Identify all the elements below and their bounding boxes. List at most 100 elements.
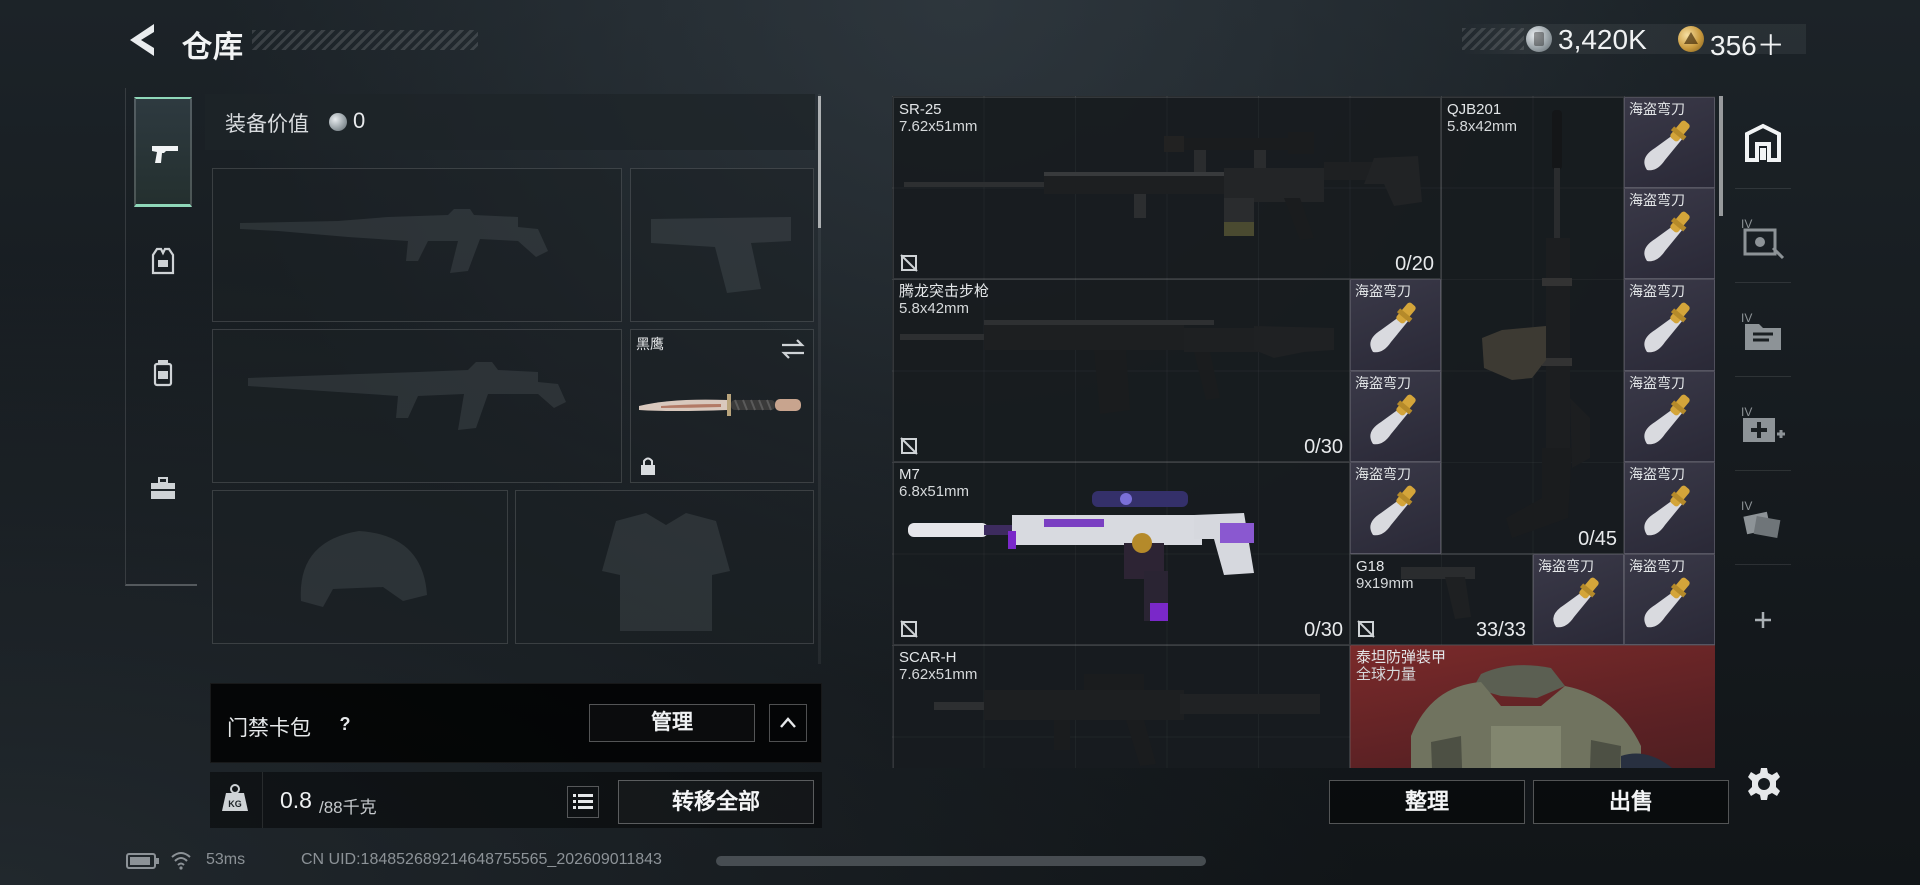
settings-gear-icon[interactable] [1746,766,1782,802]
storage-item-g18[interactable]: G18 9x19mm 33/33 [1350,554,1533,645]
storage-item-pirate-cutlass[interactable]: 海盗弯刀 [1624,279,1715,371]
tier-iv-folder-icon: IV [1741,311,1781,350]
max-weight: /88千克 [319,798,377,817]
list-view-button[interactable] [567,786,599,818]
silver-balance: 3,420K [1558,24,1647,55]
second-weapon-slot[interactable] [212,329,622,483]
loadout-scroll-thumb[interactable] [818,96,821,228]
sr25-rifle-icon [904,132,1422,240]
back-button[interactable] [124,20,160,60]
equipment-value: 0 [353,108,366,133]
plus-icon [1755,612,1771,628]
not-insured-icon [900,620,918,638]
add-tab-button[interactable] [1739,596,1787,644]
weight-kg-icon: KG [222,784,248,811]
tab-all-items[interactable] [1739,120,1787,168]
rifle-silhouette-icon [248,362,566,430]
divider [1735,470,1791,471]
helmet-slot[interactable] [212,490,508,644]
cutlass-icon [1644,120,1690,171]
combat-knife-icon [639,394,801,416]
not-insured-icon [900,437,918,455]
qjb201-machinegun-icon [1482,110,1590,538]
storage-item-pirate-cutlass[interactable]: 海盗弯刀 [1624,188,1715,279]
storage-item-pirate-cutlass[interactable]: 海盗弯刀 [1350,462,1441,554]
back-arrow-icon [130,24,154,56]
tab-case[interactable] [134,435,192,545]
keycard-wallet-row: 门禁卡包 ? 管理 [210,683,822,763]
tab-backpack[interactable] [134,319,192,429]
keycard-wallet-label: 门禁卡包 [227,717,311,740]
battery-icon [126,853,159,869]
titan-armor-icon [1411,665,1672,768]
storage-panel: SR-25 7.62x51mm 0/20 QJB201 5.8x42mm 0/4… [892,96,1791,768]
storage-item-pirate-cutlass[interactable]: 海盗弯刀 [1350,371,1441,462]
storage-item-sr25[interactable]: SR-25 7.62x51mm 0/20 [893,97,1441,279]
storage-scroll-thumb[interactable] [1719,96,1723,216]
sell-button[interactable]: 出售 [1533,780,1729,824]
storage-item-pirate-cutlass[interactable]: 海盗弯刀 [1624,462,1715,554]
helmet-silhouette-icon [300,531,427,607]
storage-item-pirate-cutlass[interactable]: 海盗弯刀 [1624,371,1715,462]
storage-item-scarh[interactable]: SCAR-H 7.62x51mm [893,645,1350,768]
ping-indicator: 53ms [206,851,246,868]
chevron-up-icon [780,717,796,728]
armor-slot[interactable] [515,490,814,644]
primary-weapon-slot[interactable] [212,168,622,322]
user-uid: CN UID:18485268921464875556​5_2026090118… [301,851,662,868]
divider [1735,376,1791,377]
sort-button[interactable]: 整理 [1329,780,1525,824]
ammo-count: 0/45 [1578,528,1617,550]
not-insured-icon [900,254,918,272]
storage-side-tabs: IV IV IV IV [1729,96,1799,768]
m7-rifle-icon [908,491,1254,621]
transfer-all-button[interactable]: 转移全部 [618,780,814,824]
list-icon [573,794,593,809]
storage-item-pirate-cutlass[interactable]: 海盗弯刀 [1350,279,1441,371]
tab-equipment[interactable] [134,207,192,317]
armor-silhouette-icon [602,513,730,631]
cutlass-icon [1553,577,1599,628]
loadout-panel: 装备价值 0 黑鹰 [205,94,827,664]
tab-tier-iv-folder[interactable]: IV [1739,308,1787,356]
svg-text:IV: IV [1741,405,1752,419]
melee-slot[interactable]: 黑鹰 [630,329,814,483]
storage-item-tenglong[interactable]: 腾龙突击步枪 5.8x42mm 0/30 [893,279,1350,462]
storage-item-pirate-cutlass[interactable]: 海盗弯刀 [1624,97,1715,188]
silver-coin-icon [1526,26,1552,52]
ammo-count: 0/30 [1304,436,1343,458]
help-icon[interactable]: ? [333,712,357,736]
gold-balance[interactable]: 356＋ [1710,24,1785,64]
kg-label: KG [228,799,242,809]
title-decoration [252,30,478,50]
tab-weapons[interactable] [134,97,192,207]
silver-coin-icon [329,113,347,131]
category-tabs [125,88,197,586]
scarh-rifle-icon [934,674,1320,766]
equipment-value-label: 装备价值 [225,113,309,136]
rifle-silhouette-icon [240,209,548,273]
manage-button[interactable]: 管理 [589,704,755,742]
storage-item-m7[interactable]: M7 6.8x51mm 0/30 [893,462,1350,645]
secondary-weapon-slot[interactable] [630,168,814,322]
tab-tier-iv-case[interactable]: IV [1739,214,1787,262]
storage-grid: SR-25 7.62x51mm 0/20 QJB201 5.8x42mm 0/4… [892,96,1715,768]
divider [1735,564,1791,565]
gold-coin-icon [1678,26,1704,52]
not-insured-icon [1357,620,1375,638]
tenglong-rifle-icon [900,320,1334,414]
tab-tier-iv-medkit[interactable]: IV [1739,402,1787,450]
ammo-count: 33/33 [1475,619,1526,641]
wifi-icon [171,852,191,870]
collapse-button[interactable] [769,704,807,742]
storage-item-pirate-cutlass[interactable]: 海盗弯刀 [1533,554,1624,645]
storage-item-qjb201[interactable]: QJB201 5.8x42mm 0/45 [1441,97,1624,554]
storage-item-pirate-cutlass[interactable]: 海盗弯刀 [1624,554,1715,645]
currency-decoration [1462,28,1524,50]
tab-tier-iv-cards[interactable]: IV [1739,496,1787,544]
all-items-icon [1745,123,1781,162]
cutlass-icon [1370,485,1416,536]
storage-item-titan-armor[interactable]: 泰坦防弹装甲 全球力量 [1350,645,1715,768]
currency-bar: 3,420K 356＋ [1462,24,1806,61]
home-indicator[interactable] [716,856,1206,866]
